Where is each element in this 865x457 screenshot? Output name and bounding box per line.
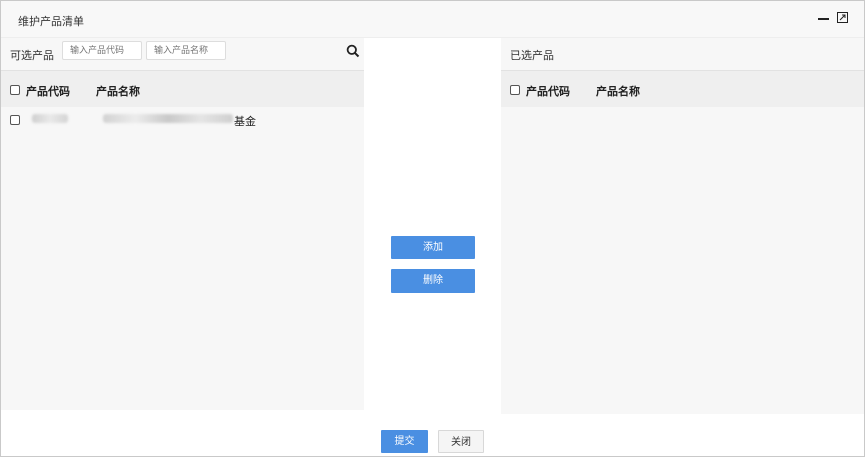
selected-products-table-header: 产品代码 产品名称	[501, 70, 864, 107]
product-name-suffix: 基金	[234, 115, 256, 128]
product-code-redacted	[32, 114, 68, 123]
available-products-table-header: 产品代码 产品名称	[1, 70, 364, 107]
product-code-search-input[interactable]	[62, 41, 142, 60]
select-all-available-checkbox[interactable]	[10, 85, 20, 95]
add-button[interactable]: 添加	[391, 236, 475, 259]
product-name-search-input[interactable]	[146, 41, 226, 60]
row-checkbox[interactable]	[10, 115, 20, 125]
delete-button[interactable]: 删除	[391, 269, 475, 293]
dialog-titlebar: 维护产品清单	[1, 1, 864, 38]
table-row[interactable]: 基金	[1, 107, 364, 133]
search-icon[interactable]	[346, 44, 360, 58]
available-products-label: 可选产品	[10, 49, 54, 62]
selected-products-panel: 已选产品 产品代码 产品名称	[501, 38, 864, 414]
maintain-product-list-dialog: 维护产品清单 可选产品 产品代码 产品名称 基金	[0, 0, 865, 457]
column-header-product-code: 产品代码	[526, 85, 570, 98]
dialog-title: 维护产品清单	[18, 15, 84, 28]
maximize-icon[interactable]	[837, 12, 848, 23]
selected-products-label: 已选产品	[510, 49, 554, 62]
product-name-redacted	[103, 114, 233, 123]
available-products-panel: 可选产品 产品代码 产品名称 基金	[1, 38, 364, 410]
close-button[interactable]: 关闭	[438, 430, 484, 453]
column-header-product-name: 产品名称	[96, 85, 140, 98]
column-header-product-name: 产品名称	[596, 85, 640, 98]
submit-button[interactable]: 提交	[381, 430, 428, 453]
column-header-product-code: 产品代码	[26, 85, 70, 98]
select-all-selected-checkbox[interactable]	[510, 85, 520, 95]
